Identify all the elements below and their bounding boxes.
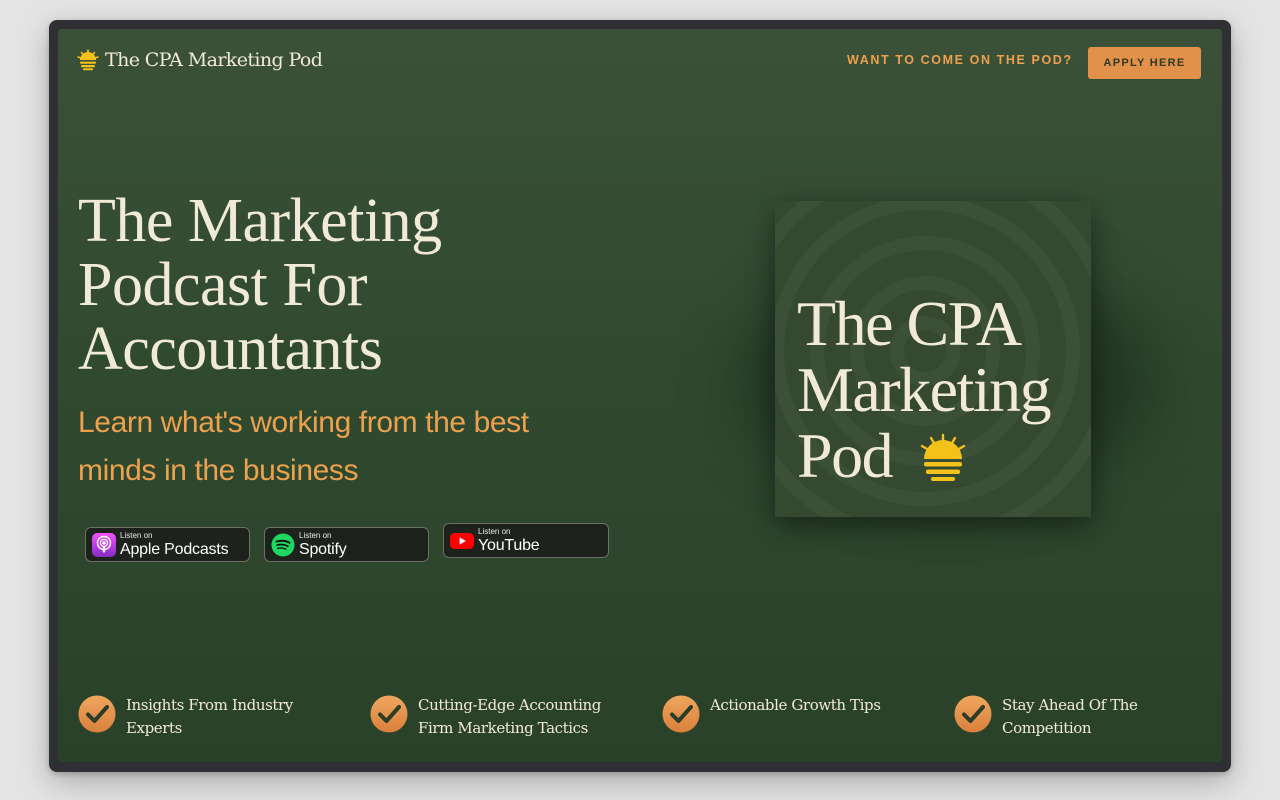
come-on-pod-link[interactable]: WANT TO COME ON THE POD? xyxy=(847,53,1073,67)
youtube-icon xyxy=(450,532,474,549)
hero-subtitle: Learn what's working from the best minds… xyxy=(78,406,529,487)
badge-small-label: Listen on xyxy=(299,530,332,540)
logo-text: The CPA Marketing Pod xyxy=(105,49,323,71)
badge-name: Spotify xyxy=(299,540,347,558)
badge-name: Apple Podcasts xyxy=(120,540,229,558)
check-icon xyxy=(662,695,700,733)
hero-title: The Marketing Podcast For Accountants xyxy=(78,187,442,383)
apply-here-button[interactable]: APPLY HERE xyxy=(1088,47,1201,79)
badge-name: YouTube xyxy=(478,536,540,554)
check-icon xyxy=(78,695,116,733)
site-logo[interactable]: The CPA Marketing Pod xyxy=(77,47,323,73)
badge-small-label: Listen on xyxy=(120,530,153,540)
feature-item: Actionable Growth Tips xyxy=(662,695,910,733)
check-icon xyxy=(370,695,408,733)
spotify-icon xyxy=(271,533,295,556)
podcast-cover-art[interactable]: The CPA Marketing Pod xyxy=(775,201,1091,517)
apple-podcasts-badge[interactable]: Listen on Apple Podcasts xyxy=(85,527,250,562)
check-icon xyxy=(954,695,992,733)
sun-icon xyxy=(920,433,966,481)
feature-item: Cutting-Edge Accounting Firm Marketing T… xyxy=(370,695,618,740)
device-frame: The CPA Marketing Pod WANT TO COME ON TH… xyxy=(49,20,1231,772)
badge-small-label: Listen on xyxy=(478,526,511,536)
feature-text: Stay Ahead Of The Competition xyxy=(1002,696,1138,737)
feature-item: Stay Ahead Of The Competition xyxy=(954,695,1152,740)
feature-item: Insights From Industry Experts xyxy=(78,695,306,740)
sun-logo-icon xyxy=(77,49,99,71)
spotify-badge[interactable]: Listen on Spotify xyxy=(264,527,429,562)
page: The CPA Marketing Pod WANT TO COME ON TH… xyxy=(58,29,1222,762)
cover-line: The CPA xyxy=(797,288,1022,359)
apple-podcasts-icon xyxy=(92,532,116,557)
cover-line: Marketing xyxy=(797,354,1052,425)
feature-text: Insights From Industry Experts xyxy=(126,696,293,737)
feature-text: Cutting-Edge Accounting Firm Marketing T… xyxy=(418,696,601,737)
feature-text: Actionable Growth Tips xyxy=(710,696,881,714)
youtube-badge[interactable]: Listen on YouTube xyxy=(443,523,609,558)
